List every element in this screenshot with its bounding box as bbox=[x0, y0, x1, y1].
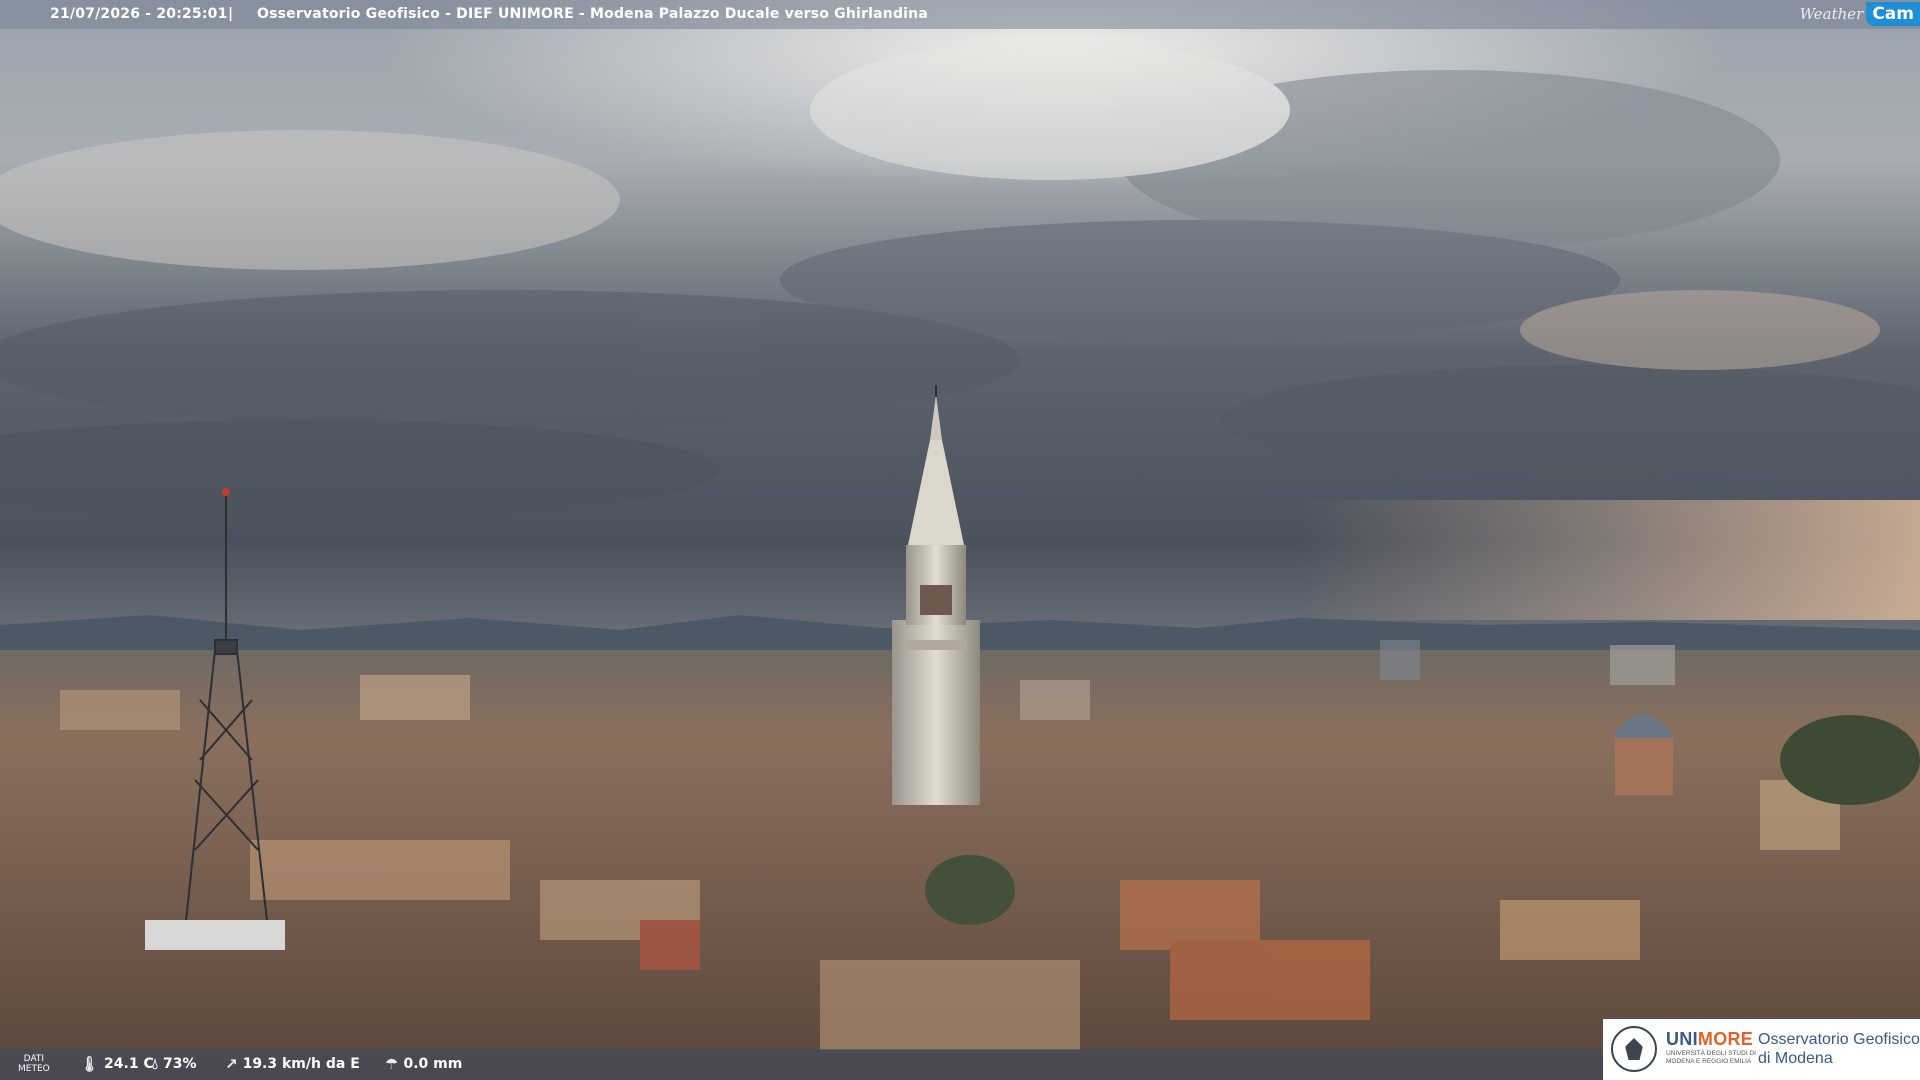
humidity-reading: 💧︎ 73% bbox=[152, 1056, 197, 1072]
meteo-label: DATI METEO bbox=[18, 1054, 50, 1074]
observatory-name: Osservatorio Geofisico di Modena bbox=[1758, 1031, 1920, 1067]
wind-value: 19.3 km/h da E bbox=[242, 1056, 360, 1072]
humidity-value: 73% bbox=[163, 1056, 197, 1072]
wind-reading: ↗ 19.3 km/h da E bbox=[225, 1056, 360, 1072]
timestamp: 21/07/2026 - 20:25:01 bbox=[50, 6, 228, 22]
weathercam-logo: Weather Cam bbox=[1800, 0, 1920, 27]
rain-reading: ☂ 0.0 mm bbox=[385, 1056, 462, 1072]
university-seal-icon bbox=[1611, 1026, 1657, 1072]
temperature-value: 24.1 C bbox=[104, 1056, 154, 1072]
wind-icon: ↗ bbox=[225, 1054, 238, 1073]
caption-bar: 21/07/2026 - 20:25:01 | Osservatorio Geo… bbox=[0, 0, 1920, 29]
unimore-subtitle: UNIVERSITÀ DEGLI STUDI DI MODENA E REGGI… bbox=[1666, 1050, 1756, 1065]
thermometer-icon: 🌡︎ bbox=[80, 1054, 100, 1073]
droplet-icon: 💧︎ bbox=[152, 1054, 159, 1073]
unimore-logo: UNIMORE UNIVERSITÀ DEGLI STUDI DI MODENA… bbox=[1603, 1019, 1920, 1080]
camera-title: Osservatorio Geofisico - DIEF UNIMORE - … bbox=[257, 6, 928, 22]
weathercam-logo-weather: Weather bbox=[1799, 4, 1864, 23]
unimore-wordmark: UNIMORE bbox=[1666, 1029, 1754, 1049]
rain-value: 0.0 mm bbox=[403, 1056, 463, 1072]
webcam-image bbox=[0, 0, 1920, 1080]
temperature-reading: 🌡︎ 24.1 C bbox=[80, 1056, 154, 1072]
weathercam-logo-cam: Cam bbox=[1866, 1, 1920, 26]
rain-icon: ☂ bbox=[385, 1054, 399, 1073]
separator: | bbox=[228, 6, 234, 22]
meteo-bar: DATI METEO 🌡︎ 24.1 C 💧︎ 73% ↗ 19.3 km/h … bbox=[0, 1049, 1610, 1080]
